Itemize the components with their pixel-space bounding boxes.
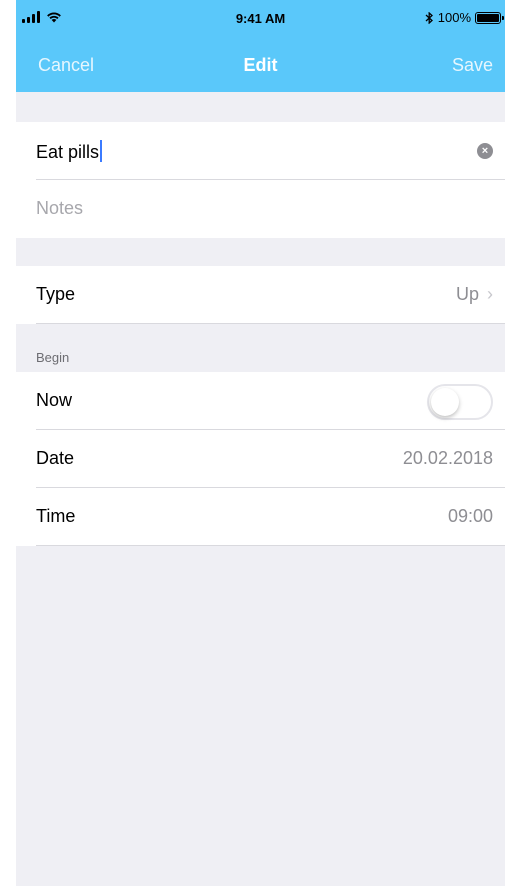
time-label: Time	[36, 506, 76, 526]
type-value: Up	[455, 284, 479, 304]
notes-input[interactable]: Notes	[36, 198, 83, 219]
navigation-bar: Cancel Edit Save	[16, 46, 505, 86]
now-label: Now	[36, 390, 73, 410]
type-label: Type	[36, 284, 76, 304]
row-separator	[36, 323, 505, 324]
phone-screen: 9:41 AM 100% Cancel Edit Save Eat pills …	[16, 0, 505, 886]
date-label: Date	[36, 448, 75, 468]
battery-percentage: 100%	[437, 10, 471, 25]
notes-row[interactable]: Notes	[16, 180, 505, 238]
page-title: Edit	[243, 55, 278, 75]
status-right: 100%	[425, 10, 504, 25]
chevron-right-icon: ›	[487, 284, 493, 304]
bluetooth-icon	[425, 11, 433, 24]
title-value: Eat pills	[36, 142, 100, 162]
top-bar: 9:41 AM 100% Cancel Edit Save	[16, 0, 505, 92]
date-value: 20.02.2018	[402, 448, 493, 468]
type-group: Type Up ›	[16, 266, 505, 324]
row-separator	[36, 545, 505, 546]
battery-icon	[475, 11, 504, 24]
begin-group: Now Date 20.02.2018 Time 09:00	[16, 372, 505, 546]
status-bar: 9:41 AM 100%	[16, 8, 505, 32]
date-row[interactable]: Date 20.02.2018	[16, 430, 505, 488]
title-notes-group: Eat pills × Notes	[16, 122, 505, 238]
title-row[interactable]: Eat pills ×	[16, 122, 505, 180]
text-cursor	[100, 140, 103, 162]
begin-section-header: Begin	[36, 350, 70, 365]
time-row[interactable]: Time 09:00	[16, 488, 505, 546]
type-value-container: Up ›	[456, 284, 493, 305]
save-button[interactable]: Save	[452, 55, 493, 76]
type-row[interactable]: Type Up ›	[16, 266, 505, 324]
now-row: Now	[16, 372, 505, 430]
toggle-knob	[431, 388, 459, 416]
time-value: 09:00	[447, 506, 493, 526]
title-input[interactable]: Eat pills	[36, 140, 103, 163]
clear-icon[interactable]: ×	[477, 143, 493, 159]
now-toggle[interactable]	[427, 384, 493, 420]
